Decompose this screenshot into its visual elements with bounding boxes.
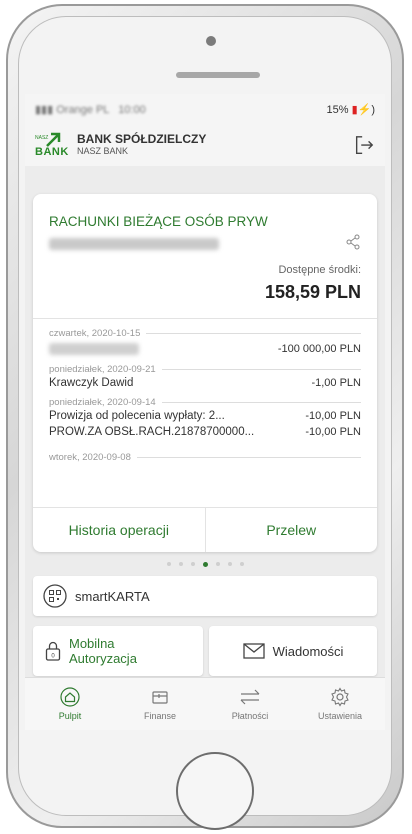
app-header: NASZ BANK BANK SPÓŁDZIELCZY NASZ BANK (25, 124, 385, 166)
transaction-amount: -100 000,00 PLN (277, 343, 361, 355)
transaction-name-masked (49, 343, 139, 355)
gear-icon (331, 687, 349, 707)
tab-label: Finanse (143, 711, 177, 721)
home-button[interactable] (176, 752, 254, 830)
svg-text:0: 0 (51, 654, 55, 660)
carrier-signal: ▮▮▮ Orange PL 10:00 (35, 103, 146, 116)
tab-pulpit[interactable]: Pulpit (25, 678, 115, 730)
smartkarta-label: smartKARTA (75, 588, 150, 604)
transaction-row[interactable]: Krawczyk Dawid -1,00 PLN (49, 377, 361, 389)
tab-finanse[interactable]: Finanse (115, 678, 205, 730)
tab-label: Pulpit (58, 711, 82, 721)
bank-logo: NASZ BANK (35, 132, 71, 158)
pager-dot[interactable] (239, 562, 244, 566)
transaction-group[interactable]: poniedziałek, 2020-09-21 Krawczyk Dawid … (49, 364, 361, 389)
account-title: RACHUNKI BIEŻĄCE OSÓB PRYW (49, 214, 268, 229)
transaction-date: czwartek, 2020-10-15 (49, 328, 361, 339)
divider (33, 318, 377, 319)
available-funds-value: 158,59 PLN (264, 282, 361, 302)
account-card[interactable]: RACHUNKI BIEŻĄCE OSÓB PRYW Dostępne środ… (33, 194, 377, 552)
tab-ustawienia[interactable]: Ustawienia (295, 678, 385, 730)
transaction-date: poniedziałek, 2020-09-21 (49, 364, 361, 375)
messages-label: Wiadomości (272, 643, 344, 659)
transaction-amount: -10,00 PLN (305, 410, 361, 422)
transfer-arrows-icon (240, 689, 260, 705)
mobile-auth-label: Mobilna Autoryzacja (69, 636, 137, 666)
transaction-row[interactable]: -100 000,00 PLN (49, 343, 361, 355)
transaction-amount: -10,00 PLN (305, 426, 361, 438)
smartkarta-tile[interactable]: smartKARTA (33, 576, 377, 616)
wallet-icon (152, 691, 168, 704)
transaction-group[interactable]: poniedziałek, 2020-09-14 Prowizja od pol… (49, 397, 361, 438)
status-bar: ▮▮▮ Orange PL 10:00 15% ▮⚡) (25, 94, 385, 124)
qr-code-icon (43, 584, 67, 608)
available-funds-label: Dostępne środki: (278, 264, 361, 276)
transaction-name: Prowizja od polecenia wypłaty: 2... (49, 410, 225, 422)
pager-dot-active[interactable] (202, 562, 208, 567)
front-camera-icon (206, 36, 216, 46)
history-button[interactable]: Historia operacji (33, 508, 205, 552)
lock-icon: 0 (45, 641, 61, 661)
tab-label: Ustawienia (317, 711, 363, 721)
tab-label: Płatności (231, 711, 269, 721)
bank-name: BANK SPÓŁDZIELCZY NASZ BANK (77, 132, 207, 156)
pager-dot[interactable] (178, 562, 183, 566)
tab-platnosci[interactable]: Płatności (205, 678, 295, 730)
pager-dot[interactable] (227, 562, 232, 566)
pager-dot[interactable] (166, 562, 171, 566)
transaction-name: PROW.ZA OBSŁ.RACH.21878700000... (49, 426, 255, 438)
speaker-grille (176, 72, 260, 78)
battery-indicator: 15% ▮⚡) (326, 103, 375, 116)
transaction-date: poniedziałek, 2020-09-14 (49, 397, 361, 408)
home-icon (60, 687, 80, 707)
app-screen: ▮▮▮ Orange PL 10:00 15% ▮⚡) NASZ BANK BA… (25, 94, 385, 730)
transaction-group[interactable]: czwartek, 2020-10-15 -100 000,00 PLN (49, 328, 361, 355)
pager-dot[interactable] (215, 562, 220, 566)
card-actions: Historia operacji Przelew (33, 507, 377, 552)
account-number-masked (49, 238, 219, 250)
bottom-tab-bar: Pulpit Finanse Płatności Ustawienia (25, 677, 385, 730)
transaction-date: wtorek, 2020-09-08 (49, 452, 361, 463)
share-icon[interactable] (345, 234, 361, 250)
transfer-button[interactable]: Przelew (206, 508, 378, 552)
envelope-icon (242, 643, 265, 659)
transaction-amount: -1,00 PLN (311, 377, 361, 389)
logout-icon[interactable] (353, 134, 375, 156)
mobile-auth-tile[interactable]: 0 Mobilna Autoryzacja (33, 626, 203, 676)
messages-tile[interactable]: Wiadomości (209, 626, 377, 676)
transaction-name: Krawczyk Dawid (49, 377, 134, 389)
transaction-row[interactable]: Prowizja od polecenia wypłaty: 2... -10,… (49, 410, 361, 422)
carousel-pager[interactable] (25, 562, 385, 567)
pager-dot[interactable] (190, 562, 195, 566)
transaction-row[interactable]: PROW.ZA OBSŁ.RACH.21878700000... -10,00 … (49, 426, 361, 438)
transaction-group[interactable]: wtorek, 2020-09-08 (49, 452, 361, 463)
